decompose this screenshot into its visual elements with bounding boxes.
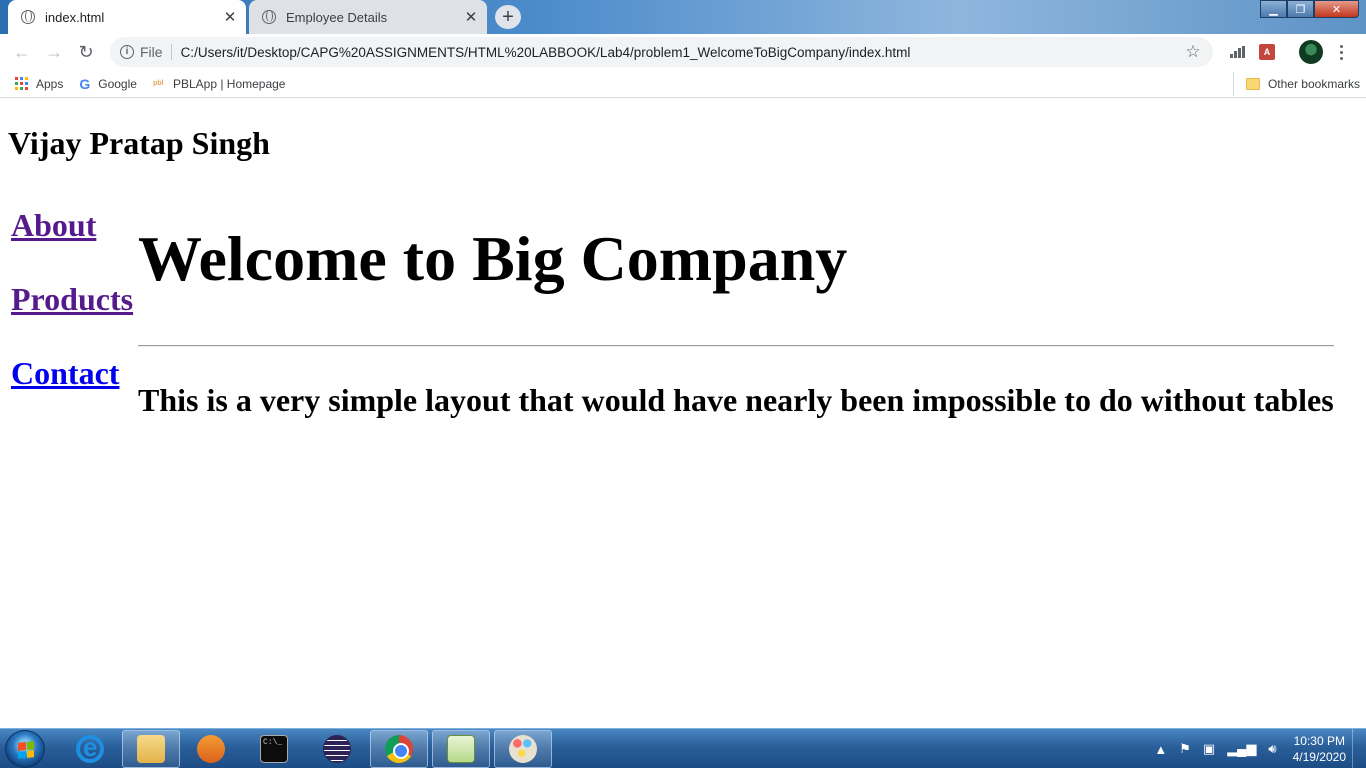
bookmark-other-bookmarks[interactable]: Other bookmarks: [1232, 72, 1360, 96]
bookmarks-bar: Apps G Google pbl PBLApp | Homepage Othe…: [0, 70, 1366, 98]
clock-date: 4/19/2020: [1292, 750, 1346, 764]
minimize-button[interactable]: ▁: [1260, 0, 1287, 18]
file-explorer-icon: [137, 735, 165, 763]
new-tab-button[interactable]: +: [495, 5, 521, 29]
taskbar-internet-explorer[interactable]: [61, 730, 119, 768]
nav-link-about[interactable]: About: [11, 207, 96, 244]
close-tab-icon[interactable]: ✕: [222, 9, 238, 26]
page-tagline: This is a very simple layout that would …: [138, 382, 1334, 418]
windows-logo-icon: [18, 741, 34, 759]
taskbar-media-player[interactable]: [182, 730, 240, 768]
signal-extension-icon[interactable]: [1222, 37, 1252, 67]
scheme-label: File: [140, 44, 172, 60]
menu-kebab-icon[interactable]: [1326, 37, 1356, 67]
system-tray: ▲ ⚑ ▣ ▂▄▆ 🔊︎ 10:30 PM 4/19/2020: [1148, 729, 1346, 768]
nav-link-contact[interactable]: Contact: [11, 355, 119, 392]
window-controls: ▁ ❐ ✕: [1260, 0, 1359, 18]
profile-avatar[interactable]: [1296, 37, 1326, 67]
taskbar-paint[interactable]: [494, 730, 552, 768]
browser-toolbar: ← → ↻ i File C:/Users/it/Desktop/CAPG%20…: [0, 34, 1366, 70]
pbl-icon: pbl: [152, 79, 164, 87]
back-button[interactable]: ←: [6, 36, 38, 68]
bookmark-pblapp[interactable]: pbl PBLApp | Homepage: [145, 72, 294, 96]
tab-title: index.html: [45, 9, 105, 25]
close-tab-icon[interactable]: ✕: [463, 9, 479, 26]
extensions-area: A: [1222, 34, 1356, 70]
other-bookmarks-label: Other bookmarks: [1267, 77, 1360, 91]
show-desktop-button[interactable]: [1352, 729, 1366, 768]
tab-employee-details[interactable]: Employee Details ✕: [249, 0, 487, 34]
tab-index-html[interactable]: index.html ✕: [8, 0, 246, 34]
globe-icon: [21, 10, 35, 24]
tab-strip: index.html ✕ Employee Details ✕ + ▁ ❐ ✕: [0, 0, 1366, 34]
network-signal-icon[interactable]: ▂▄▆: [1227, 741, 1256, 757]
page-heading: Welcome to Big Company: [138, 223, 848, 294]
bookmark-star-icon[interactable]: ☆: [1181, 42, 1205, 62]
paint-icon: [509, 735, 537, 763]
forward-button[interactable]: →: [38, 36, 70, 68]
taskbar-eclipse[interactable]: [308, 730, 366, 768]
folder-icon: [1245, 78, 1260, 90]
start-button[interactable]: [5, 730, 45, 768]
taskbar-chrome[interactable]: [370, 730, 428, 768]
nav-link-products[interactable]: Products: [11, 281, 133, 318]
reload-button[interactable]: ↻: [70, 36, 102, 68]
clock[interactable]: 10:30 PM 4/19/2020: [1293, 733, 1346, 765]
horizontal-rule: [138, 345, 1334, 347]
taskbar-file-explorer[interactable]: [122, 730, 180, 768]
bookmark-google[interactable]: G Google: [71, 72, 145, 96]
media-player-icon: [197, 735, 225, 763]
google-icon: G: [79, 75, 91, 92]
taskbar-command-prompt[interactable]: C:\_: [245, 730, 303, 768]
globe-icon: [262, 10, 276, 24]
maximize-button[interactable]: ❐: [1287, 0, 1314, 18]
taskbar-notepad-plus-plus[interactable]: [432, 730, 490, 768]
tab-title: Employee Details: [286, 9, 388, 25]
eclipse-icon: [323, 735, 351, 763]
bookmark-apps[interactable]: Apps: [7, 72, 71, 96]
notepad-plus-plus-icon: [447, 735, 475, 763]
internet-explorer-icon: [76, 732, 104, 763]
bookmark-label: Google: [98, 76, 137, 91]
taskbar: C:\_ ▲ ⚑ ▣ ▂▄▆ 🔊︎ 10:30 PM 4/19/2020: [0, 728, 1366, 768]
author-name: Vijay Pratap Singh: [8, 125, 270, 161]
command-prompt-icon: C:\_: [260, 735, 288, 763]
bookmark-label: PBLApp | Homepage: [172, 76, 286, 91]
page-content: Vijay Pratap Singh About Products Contac…: [0, 103, 1366, 728]
bookmark-label: Apps: [36, 76, 64, 91]
info-icon[interactable]: i: [120, 45, 134, 59]
apps-grid-icon: [15, 77, 28, 90]
volume-icon[interactable]: 🔊︎: [1268, 741, 1276, 757]
pdf-extension-icon[interactable]: A: [1252, 37, 1282, 67]
show-hidden-icons-icon[interactable]: ▲: [1154, 742, 1167, 757]
address-bar[interactable]: i File C:/Users/it/Desktop/CAPG%20ASSIGN…: [110, 37, 1213, 67]
chrome-icon: [385, 735, 413, 763]
action-center-flag-icon[interactable]: ⚑: [1179, 741, 1191, 757]
url-text[interactable]: C:/Users/it/Desktop/CAPG%20ASSIGNMENTS/H…: [181, 45, 1181, 60]
close-window-button[interactable]: ✕: [1314, 0, 1359, 18]
device-icon[interactable]: ▣: [1203, 741, 1215, 757]
clock-time: 10:30 PM: [1293, 734, 1345, 748]
